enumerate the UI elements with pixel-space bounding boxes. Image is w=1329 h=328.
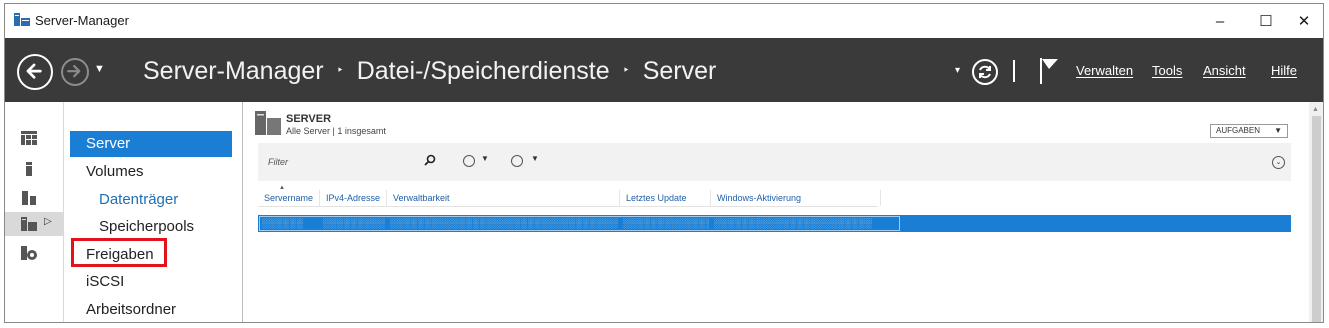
- table-cell: ░░░░░░: [262, 218, 304, 228]
- rail-dashboard[interactable]: [5, 126, 64, 150]
- nav-item-datentraeger[interactable]: Datenträger: [70, 187, 232, 213]
- breadcrumb-servers[interactable]: Server: [643, 57, 717, 86]
- breadcrumb-separator-icon: ‣: [622, 62, 630, 77]
- header-divider: [258, 206, 878, 207]
- header-divider: [1013, 60, 1015, 82]
- window-title: Server-Manager: [35, 13, 129, 28]
- menu-tools[interactable]: Tools: [1152, 63, 1182, 78]
- panel-subtitle: Alle Server | 1 insgesamt: [286, 126, 386, 136]
- notifications-flag-icon[interactable]: [1037, 56, 1061, 86]
- scroll-up-icon[interactable]: ▲: [1312, 106, 1319, 113]
- breadcrumb-separator-icon: ‣: [336, 62, 344, 77]
- dropdown-caret-icon[interactable]: ▼: [481, 154, 489, 163]
- refresh-dropdown-icon[interactable]: ▾: [955, 65, 960, 76]
- menu-ansicht[interactable]: Ansicht: [1203, 63, 1246, 78]
- rail-all-servers[interactable]: [5, 186, 64, 210]
- nav-item-arbeitsordner[interactable]: Arbeitsordner: [70, 297, 232, 322]
- dropdown-caret-icon[interactable]: ▼: [531, 154, 539, 163]
- nav-item-label: Server: [86, 135, 131, 152]
- title-bar: Server-Manager – ☐ ✕: [5, 4, 1323, 38]
- breadcrumb-server-manager[interactable]: Server-Manager: [143, 57, 324, 86]
- nav-item-server[interactable]: Server: [70, 131, 232, 157]
- server-manager-app-icon: [14, 13, 30, 26]
- dropdown-caret-icon: ▼: [1274, 126, 1282, 135]
- menu-hilfe[interactable]: Hilfe: [1271, 63, 1297, 78]
- server-manager-window: Server-Manager – ☐ ✕ ▼ Server-Manager ‣ …: [4, 3, 1324, 323]
- iis-icon: [21, 246, 37, 260]
- breadcrumb-file-storage[interactable]: Datei-/Speicherdienste: [357, 57, 610, 86]
- filter-input[interactable]: Filter: [262, 153, 440, 172]
- nav-item-iscsi[interactable]: iSCSI: [70, 269, 232, 295]
- close-button[interactable]: ✕: [1281, 4, 1323, 38]
- refresh-icon[interactable]: [971, 58, 999, 86]
- nav-item-label: Datenträger: [99, 191, 179, 208]
- column-header-servername[interactable]: Servername: [258, 190, 320, 206]
- servers-tile-icon: [255, 111, 281, 135]
- rail-file-storage[interactable]: ▷: [5, 212, 64, 236]
- table-cell: ░░░░░░░░░░░░░░░░░░░░░░░░░░░░░░░░░░░░░: [390, 218, 618, 228]
- role-icon-rail: ▷: [5, 102, 64, 322]
- file-storage-icon: [21, 217, 37, 231]
- filter-bar: Filter ▼ ▼ ⌄: [258, 143, 1291, 181]
- table-cell: ░░░░░░░░░░░: [323, 218, 385, 228]
- expand-arrow-icon: ▷: [44, 216, 52, 227]
- rail-iis[interactable]: [5, 241, 64, 265]
- scroll-thumb[interactable]: [1312, 116, 1321, 322]
- table-cell: ░░░░░░░░░░░░░░░░░░░░░░░: [714, 218, 873, 228]
- column-header-letztes-update[interactable]: Letztes Update: [620, 190, 711, 206]
- list-options-icon[interactable]: [463, 155, 475, 167]
- menu-verwalten[interactable]: Verwalten: [1076, 63, 1133, 78]
- saved-queries-icon[interactable]: [511, 155, 523, 167]
- panel-title: SERVER: [286, 113, 332, 125]
- back-arrow-icon[interactable]: [17, 54, 53, 90]
- nav-item-label: Arbeitsordner: [86, 301, 177, 318]
- column-header-verwaltbarkeit[interactable]: Verwaltbarkeit: [387, 190, 620, 206]
- header-bar: ▼ Server-Manager ‣ Datei-/Speicherdienst…: [5, 38, 1323, 102]
- column-header-windows-aktivierung[interactable]: Windows-Aktivierung: [711, 190, 881, 206]
- history-dropdown-icon[interactable]: ▼: [94, 63, 105, 75]
- breadcrumb: Server-Manager ‣ Datei-/Speicherdienste …: [143, 57, 716, 86]
- column-header-ipv4[interactable]: IPv4-Adresse: [320, 190, 387, 206]
- local-server-icon: [26, 162, 32, 176]
- tasks-label: AUFGABEN: [1216, 126, 1261, 135]
- table-cell: ░░░░░░░░░░░░░░░: [623, 218, 709, 228]
- navigation-list: Server Volumes Datenträger Speicherpools…: [65, 102, 243, 322]
- minimize-button[interactable]: –: [1197, 4, 1243, 38]
- nav-item-label: Speicherpools: [99, 218, 195, 235]
- servers-panel: SERVER Alle Server | 1 insgesamt AUFGABE…: [255, 102, 1307, 322]
- nav-item-speicherpools[interactable]: Speicherpools: [70, 214, 232, 240]
- all-servers-icon: [22, 191, 36, 205]
- dashboard-icon: [21, 131, 37, 145]
- rail-local-server[interactable]: [5, 157, 64, 181]
- nav-item-label: Volumes: [86, 163, 144, 180]
- highlight-annotation-box: [71, 238, 167, 267]
- vertical-scrollbar[interactable]: ▲: [1309, 102, 1323, 322]
- forward-arrow-icon[interactable]: [61, 58, 89, 86]
- nav-item-volumes[interactable]: Volumes: [70, 159, 232, 185]
- tasks-dropdown-button[interactable]: AUFGABEN ▼: [1210, 124, 1288, 138]
- nav-item-label: iSCSI: [86, 273, 125, 290]
- search-icon[interactable]: [424, 154, 436, 166]
- expand-chevron-icon[interactable]: ⌄: [1272, 156, 1285, 169]
